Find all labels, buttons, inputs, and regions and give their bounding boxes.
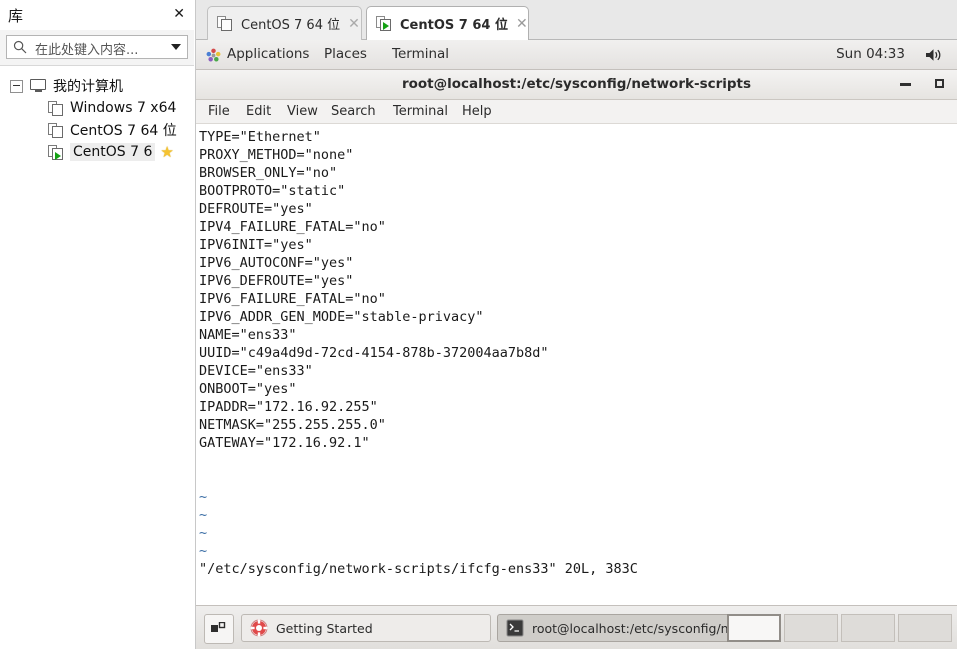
volume-icon[interactable] (925, 47, 943, 63)
vm-tab-centos7-64-active[interactable]: CentOS 7 64 位 ✕ (366, 6, 529, 40)
taskbar-item-terminal[interactable]: root@localhost:/etc/sysconfig/net... (497, 614, 737, 642)
tab-close-icon[interactable]: ✕ (516, 17, 528, 31)
workspace-switcher (727, 614, 952, 642)
library-search-bar: 在此处键入内容... (0, 30, 194, 66)
workspace-1[interactable] (727, 614, 781, 642)
terminal-window: root@localhost:/etc/sysconfig/network-sc… (196, 70, 957, 605)
gnome-clock[interactable]: Sun 04:33 (836, 46, 905, 62)
vim-line: DEFROUTE="yes" (199, 201, 313, 217)
maximize-button[interactable] (935, 79, 944, 88)
search-input[interactable]: 在此处键入内容... (6, 35, 188, 59)
taskbar-item-getting-started[interactable]: Getting Started (241, 614, 491, 642)
library-header: 库 ✕ (0, 0, 195, 30)
menu-edit[interactable]: Edit (246, 104, 271, 119)
vm-tab-centos7-64-inactive[interactable]: CentOS 7 64 位 ✕ (207, 6, 362, 40)
gnome-menu-places[interactable]: Places (324, 46, 367, 62)
tree-root-label: 我的计算机 (53, 79, 123, 95)
search-placeholder: 在此处键入内容... (35, 43, 139, 58)
terminal-title-bar[interactable]: root@localhost:/etc/sysconfig/network-sc… (196, 70, 957, 100)
vmware-tab-strip: CentOS 7 64 位 ✕ CentOS 7 64 位 ✕ (196, 0, 957, 40)
search-icon (13, 40, 27, 54)
vim-blank-line (199, 452, 549, 470)
vim-line: PROXY_METHOD="none" (199, 147, 354, 163)
menu-help[interactable]: Help (462, 104, 492, 119)
terminal-menu-bar: File Edit View Search Terminal Help (196, 100, 957, 124)
menu-terminal[interactable]: Terminal (393, 104, 448, 119)
gnome-taskbar: Getting Started root@localhost:/etc/sysc… (196, 605, 957, 649)
vim-line: BROWSER_ONLY="no" (199, 165, 338, 181)
vm-icon-running (376, 16, 392, 31)
vim-buffer-text: TYPE="Ethernet" PROXY_METHOD="none" BROWSE… (199, 128, 549, 560)
show-desktop-icon (211, 622, 226, 632)
vim-line: TYPE="Ethernet" (199, 129, 321, 145)
menu-view[interactable]: View (287, 104, 318, 119)
workspace-4[interactable] (898, 614, 952, 642)
terminal-content-area[interactable]: TYPE="Ethernet" PROXY_METHOD="none" BROWSE… (196, 125, 957, 605)
favorite-star-icon[interactable]: ★ (160, 143, 173, 161)
menu-file[interactable]: File (208, 104, 230, 119)
library-tree: 我的计算机 Windows 7 x64 CentOS 7 64 位 CentOS… (0, 67, 194, 649)
tab-close-icon[interactable]: ✕ (348, 17, 360, 31)
vm-icon-running (48, 144, 64, 160)
vim-empty-line-marker: ~ (199, 507, 208, 523)
vim-line: BOOTPROTO="static" (199, 183, 346, 199)
workspace-3[interactable] (841, 614, 895, 642)
vim-blank-line (199, 470, 549, 488)
vim-empty-line-marker: ~ (199, 525, 208, 541)
tree-item-label: Windows 7 x64 (70, 100, 177, 116)
computer-icon (30, 79, 47, 93)
app-root: 库 ✕ 在此处键入内容... 我的计算机 Windows 7 x64 CentO… (0, 0, 957, 649)
vim-line: IPV6_ADDR_GEN_MODE="stable-privacy" (199, 309, 484, 325)
library-panel: 库 ✕ 在此处键入内容... 我的计算机 Windows 7 x64 CentO… (0, 0, 196, 649)
vim-line: NAME="ens33" (199, 327, 297, 343)
vim-line: IPV6_DEFROUTE="yes" (199, 273, 354, 289)
vim-line: DEVICE="ens33" (199, 363, 313, 379)
show-desktop-button[interactable] (204, 614, 234, 644)
vim-line: IPV6INIT="yes" (199, 237, 313, 253)
vim-line: IPV4_FAILURE_FATAL="no" (199, 219, 386, 235)
help-icon (250, 619, 268, 637)
taskbar-item-label: Getting Started (276, 620, 373, 636)
taskbar-item-label: root@localhost:/etc/sysconfig/net... (532, 620, 737, 636)
minimize-button[interactable] (900, 83, 911, 86)
vim-line: NETMASK="255.255.255.0" (199, 417, 386, 433)
vm-icon (48, 122, 64, 138)
tree-item-label: CentOS 7 64 位 (70, 123, 177, 139)
vim-line: ONBOOT="yes" (199, 381, 297, 397)
gnome-top-bar: Applications Places Terminal Sun 04:33 (196, 40, 957, 70)
vim-line: IPV6_FAILURE_FATAL="no" (199, 291, 386, 307)
chevron-down-icon[interactable] (171, 44, 181, 50)
vim-empty-line-marker: ~ (199, 489, 208, 505)
applications-icon[interactable] (206, 48, 221, 63)
vim-empty-line-marker: ~ (199, 543, 208, 559)
tree-item-label: CentOS 7 6 (70, 143, 156, 161)
vim-line: UUID="c49a4d9d-72cd-4154-878b-372004aa7b… (199, 345, 549, 361)
vim-status-line: "/etc/sysconfig/network-scripts/ifcfg-en… (199, 561, 638, 577)
vim-line: IPV6_AUTOCONF="yes" (199, 255, 354, 271)
tree-item-centos7-64[interactable]: CentOS 7 64 位 (0, 119, 194, 141)
terminal-title: root@localhost:/etc/sysconfig/network-sc… (401, 76, 752, 92)
close-icon[interactable]: ✕ (173, 5, 185, 22)
workspace-2[interactable] (784, 614, 838, 642)
vm-icon (217, 16, 233, 31)
vm-tab-label: CentOS 7 64 位 (241, 18, 341, 33)
tree-item-centos7-6-running[interactable]: CentOS 7 6 ★ (0, 141, 194, 163)
terminal-icon (506, 619, 524, 637)
tree-root-my-computer[interactable]: 我的计算机 (0, 75, 194, 97)
library-title: 库 (8, 7, 24, 25)
vm-tab-label: CentOS 7 64 位 (400, 18, 508, 33)
vim-line: GATEWAY="172.16.92.1" (199, 435, 370, 451)
menu-search[interactable]: Search (331, 104, 376, 119)
vm-icon (48, 100, 64, 116)
vim-line: IPADDR="172.16.92.255" (199, 399, 378, 415)
tree-item-windows7[interactable]: Windows 7 x64 (0, 97, 194, 119)
gnome-menu-applications[interactable]: Applications (227, 46, 309, 62)
gnome-menu-terminal[interactable]: Terminal (392, 46, 449, 62)
collapse-minus-icon[interactable] (10, 79, 23, 93)
